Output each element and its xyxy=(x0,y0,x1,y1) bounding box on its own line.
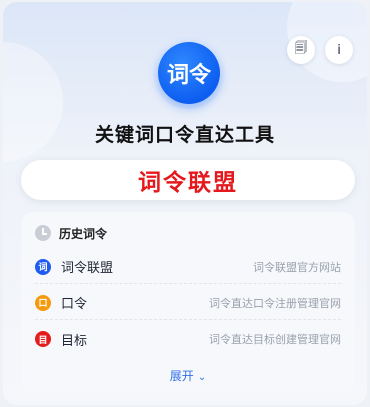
save-icon: 🗐 xyxy=(294,41,308,56)
history-item-desc: 词令直达口令注册管理官网 xyxy=(209,296,341,310)
app-logo: 词令 xyxy=(158,42,220,104)
chevron-down-icon: ⌄ xyxy=(197,372,207,383)
history-item-kouling[interactable]: 口 口令 词令直达口令注册管理官网 xyxy=(35,286,341,320)
hero-keyword-banner[interactable]: 词令联盟 xyxy=(21,160,355,200)
expand-label: 展开 xyxy=(169,369,194,383)
expand-button[interactable]: 展开 ⌄ xyxy=(21,367,355,384)
tool-card: 🗐 i 词令 关键词口令直达工具 词令联盟 历史词令 词 词令联盟 词令联盟官方… xyxy=(3,2,367,405)
history-header: 历史词令 xyxy=(35,222,107,244)
history-item-mubiao[interactable]: 目 目标 词令直达目标创建管理官网 xyxy=(35,322,341,356)
badge-ci-icon: 词 xyxy=(35,258,51,275)
badge-mu-icon: 目 xyxy=(35,331,51,347)
history-label: 历史词令 xyxy=(59,226,108,241)
hero-keyword-text: 词令联盟 xyxy=(138,170,238,196)
info-button[interactable]: i xyxy=(325,36,353,64)
history-item-name: 词令联盟 xyxy=(61,261,114,276)
badge-kou-icon: 口 xyxy=(35,294,51,311)
history-item-cilinglianmeng[interactable]: 词 词令联盟 词令联盟官方网站 xyxy=(35,250,341,284)
history-item-name: 目标 xyxy=(61,333,88,349)
info-icon: i xyxy=(337,42,341,58)
history-item-name: 口令 xyxy=(61,297,88,312)
history-item-desc: 词令直达目标创建管理官网 xyxy=(209,333,341,346)
page-title: 关键词口令直达工具 xyxy=(94,124,275,146)
logo-halo: 词令 xyxy=(153,37,225,109)
history-panel: 历史词令 词 词令联盟 词令联盟官方网站 口 口令 词令直达口令注册管理官网 目… xyxy=(21,212,355,392)
clock-icon xyxy=(35,225,51,241)
logo-text: 词令 xyxy=(166,63,211,88)
save-button[interactable]: 🗐 xyxy=(287,36,315,64)
top-actions: 🗐 i xyxy=(287,36,353,64)
history-item-desc: 词令联盟官方网站 xyxy=(253,260,341,274)
